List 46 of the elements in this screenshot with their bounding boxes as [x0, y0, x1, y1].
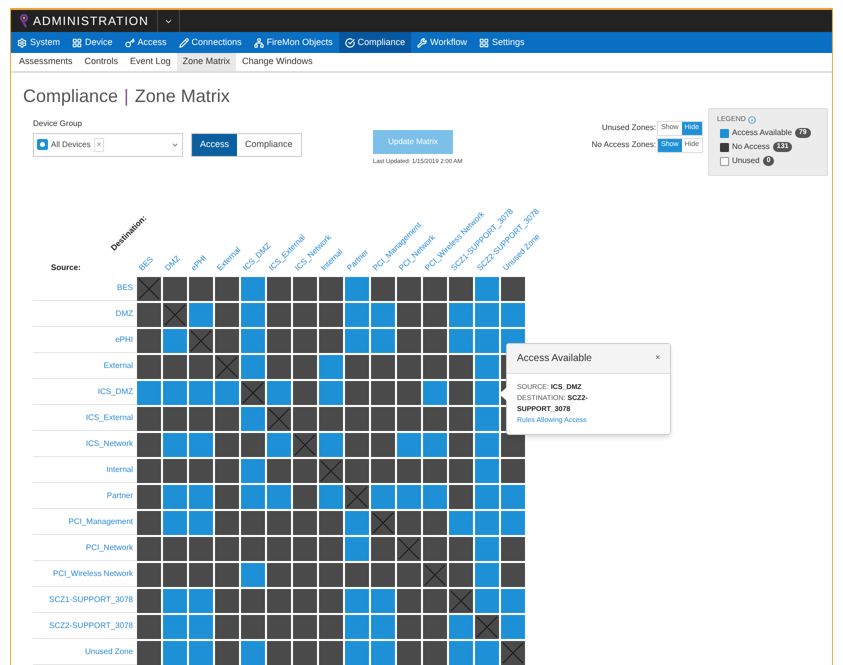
row-header[interactable]: SCZ1-SUPPORT_3078 [49, 594, 133, 606]
chip-remove-button[interactable]: × [94, 138, 104, 152]
row-header[interactable]: Partner [106, 490, 133, 502]
legend-label: Access Available [732, 127, 792, 140]
title-separator: | [124, 84, 129, 108]
toggle-label: No Access Zones: [592, 139, 656, 152]
sub-nav-tab[interactable]: Assessments [13, 52, 79, 71]
page-title: Zone Matrix [134, 84, 230, 108]
nav-tab[interactable]: Compliance [338, 32, 412, 53]
legend-label: No Access [732, 141, 770, 154]
nav-tab[interactable]: Connections [172, 32, 248, 53]
nav-tab[interactable]: Settings [473, 32, 531, 53]
nav-tab[interactable]: System [11, 32, 66, 53]
row-header[interactable]: PCI_Network [86, 542, 133, 554]
sub-nav-tab[interactable]: Controls [78, 52, 124, 71]
nav-tab[interactable]: Access [118, 32, 173, 53]
nav-tab[interactable]: Workflow [411, 32, 473, 53]
nav-tab[interactable]: FireMon Objects [248, 32, 339, 53]
row-header[interactable]: PCI_Management [68, 516, 133, 528]
popover-title: Access Available [517, 352, 592, 366]
row-header[interactable]: ICS_DMZ [98, 386, 133, 398]
row-header[interactable]: SCZ2-SUPPORT_3078 [49, 620, 133, 632]
update-matrix-button[interactable]: Update Matrix [373, 130, 453, 154]
field-label: Device Group [33, 118, 83, 130]
row-header[interactable]: PCI_Wireless Network [52, 568, 133, 580]
mode-toggle-button[interactable]: Access [192, 134, 238, 156]
page-section-title: Compliance [23, 84, 118, 108]
close-button[interactable]: × [655, 352, 660, 364]
row-header[interactable]: ICS_External [86, 412, 133, 424]
row-header[interactable]: ICS_Network [86, 438, 133, 450]
app-title: ADMINISTRATION [33, 13, 149, 30]
row-header[interactable]: Internal [106, 464, 133, 476]
source-label: Source: [51, 262, 81, 274]
row-header[interactable]: ePHI [115, 334, 133, 346]
nav-tab[interactable]: Device [66, 32, 119, 53]
sub-nav-tab[interactable]: Change Windows [236, 52, 319, 71]
device-group-select[interactable]: All Devices × [33, 132, 183, 157]
device-group-value: All Devices [51, 138, 91, 151]
legend-label: Unused [732, 155, 760, 168]
sub-nav-tab[interactable]: Event Log [124, 52, 177, 71]
row-header[interactable]: BES [116, 282, 133, 294]
row-header[interactable]: External [104, 360, 133, 372]
row-header[interactable]: DMZ [116, 308, 133, 320]
row-header[interactable]: Unused Zone [84, 646, 133, 658]
toggle-label: Unused Zones: [602, 122, 656, 134]
sub-nav-tab[interactable]: Zone Matrix [176, 52, 236, 71]
